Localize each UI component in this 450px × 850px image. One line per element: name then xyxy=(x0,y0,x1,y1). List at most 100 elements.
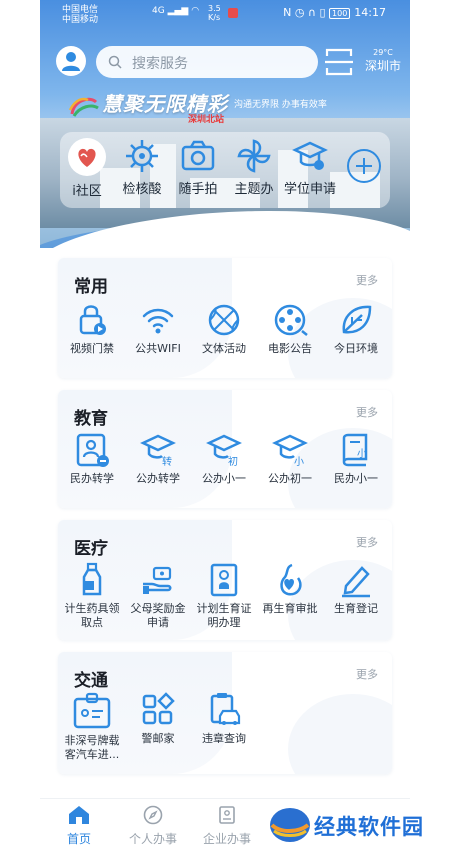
more-link[interactable]: 更多 xyxy=(356,404,378,420)
search-placeholder: 搜索服务 xyxy=(132,56,188,72)
user-icon xyxy=(62,52,80,71)
graduation-cap-icon xyxy=(292,141,328,170)
service-remarriage-birth-approval[interactable]: 再生育审批 xyxy=(258,562,322,616)
carrier-2: 中国移动 xyxy=(62,15,99,25)
service-label: 公办转学 xyxy=(136,472,180,485)
service-public-wifi[interactable]: 公共WIFI xyxy=(126,302,190,356)
service-private-primary[interactable]: 小 民办小一 xyxy=(324,432,388,486)
nav-label: 企业办事 xyxy=(202,832,251,846)
service-label: 计生药具领取点 xyxy=(64,602,120,629)
service-contraceptive-pickup[interactable]: 计生药具领取点 xyxy=(60,562,124,630)
service-label: 文体活动 xyxy=(202,342,246,355)
scan-icon[interactable] xyxy=(324,46,354,78)
banner-station: 深圳北站 xyxy=(188,115,225,125)
section-title: 常用 xyxy=(74,277,108,297)
more-link[interactable]: 更多 xyxy=(356,534,378,550)
quick-action-label: 检核酸 xyxy=(122,182,162,197)
quick-action-label: 主题办 xyxy=(234,182,274,197)
net-speed: 3.5 K/s xyxy=(208,4,221,22)
quick-action-label: i社区 xyxy=(72,184,102,199)
wifi-icon xyxy=(142,308,174,334)
id-badge-icon xyxy=(73,692,111,729)
quick-action-theme-service[interactable]: 主题办 xyxy=(226,138,282,197)
service-label: 违章查询 xyxy=(202,732,246,745)
leaf-icon xyxy=(342,305,372,334)
nav-personal-affairs[interactable]: 个人办事 xyxy=(118,805,188,847)
section-medical: 医疗 更多 计生药具领取点 父母奖励金申请 计划生育证明办理 再生育审批 生育登… xyxy=(58,520,392,640)
net-speed-value: 3.5 xyxy=(208,4,221,13)
service-public-primary[interactable]: 初 公办小一 xyxy=(192,432,256,486)
search-icon xyxy=(108,55,122,69)
service-label: 父母奖励金申请 xyxy=(130,602,186,629)
service-label: 民办小一 xyxy=(334,472,378,485)
bottle-icon xyxy=(82,562,102,596)
student-id-icon xyxy=(76,433,109,467)
service-label: 生育登记 xyxy=(334,602,378,615)
service-label: 非深号牌载客汽车进... xyxy=(64,734,120,761)
pinwheel-icon xyxy=(237,139,271,173)
service-today-environment[interactable]: 今日环境 xyxy=(324,302,388,356)
network-indicator: 4G ▂▄▆ ◠ xyxy=(152,6,199,16)
service-public-transfer[interactable]: 转 公办转学 xyxy=(126,432,190,486)
service-police-post-home[interactable]: 警邮家 xyxy=(126,692,190,746)
section-common: 常用 更多 视频门禁 公共WIFI 文体活动 电影公告 今日环境 xyxy=(58,258,392,378)
video-door-lock-icon xyxy=(79,305,106,335)
net-speed-unit: K/s xyxy=(208,13,221,22)
weather-widget[interactable]: 29°C 深圳市 xyxy=(362,48,404,74)
quick-action-nucleic-test[interactable]: 检核酸 xyxy=(114,138,170,197)
cap-transfer-icon: 转 xyxy=(140,434,176,468)
network-type: 4G xyxy=(152,6,165,16)
status-right: N ◷ ∩ ▯ 100 14:17 xyxy=(283,6,386,19)
quick-action-label: 学位申请 xyxy=(283,182,336,197)
book-primary-icon: 小 xyxy=(342,433,368,467)
basketball-icon xyxy=(208,304,240,336)
service-non-shenzhen-plate-entry[interactable]: 非深号牌载客汽车进... xyxy=(60,692,124,762)
carrier-1: 中国电信 xyxy=(62,5,99,15)
service-violation-query[interactable]: 违章查询 xyxy=(192,692,256,746)
service-birth-registration[interactable]: 生育登记 xyxy=(324,562,388,616)
service-video-door[interactable]: 视频门禁 xyxy=(60,302,124,356)
add-quick-action-button[interactable] xyxy=(347,149,381,183)
battery-icon: 100 xyxy=(329,8,351,19)
service-private-transfer[interactable]: 民办转学 xyxy=(60,432,124,486)
service-family-planning-cert[interactable]: 计划生育证明办理 xyxy=(192,562,256,630)
system-icons: N ◷ ∩ ▯ xyxy=(283,6,330,19)
quick-action-photo-report[interactable]: 随手拍 xyxy=(170,138,226,197)
section-education: 教育 更多 民办转学 转 公办转学 初 公办小一 小 公办初一 小 民办小一 xyxy=(58,390,392,508)
service-movie-notice[interactable]: 电影公告 xyxy=(258,302,322,356)
service-sports-culture[interactable]: 文体活动 xyxy=(192,302,256,356)
service-label: 公办小一 xyxy=(202,472,246,485)
service-label: 公共WIFI xyxy=(135,342,181,355)
pregnancy-heart-icon xyxy=(280,563,302,596)
watermark: 经典软件园 xyxy=(268,805,438,845)
user-avatar[interactable] xyxy=(56,46,86,76)
cap-junior-icon: 小 xyxy=(272,434,308,468)
nav-home[interactable]: 首页 xyxy=(44,805,114,847)
quick-action-icommunity[interactable]: i社区 xyxy=(59,138,115,199)
nav-label: 个人办事 xyxy=(128,832,177,846)
hand-money-icon xyxy=(143,566,172,594)
section-title: 教育 xyxy=(74,409,108,429)
service-public-junior[interactable]: 小 公办初一 xyxy=(258,432,322,486)
section-title: 交通 xyxy=(74,671,108,691)
service-label: 计划生育证明办理 xyxy=(196,602,252,629)
service-label: 再生育审批 xyxy=(262,602,318,615)
badge-text: 小 xyxy=(294,456,304,468)
signal-icon: ▂▄▆ ◠ xyxy=(167,6,200,16)
search-input[interactable]: 搜索服务 xyxy=(96,46,318,78)
badge-text: 小 xyxy=(357,448,367,460)
header-banner xyxy=(40,0,410,248)
watermark-logo-icon xyxy=(270,808,310,842)
weather-city: 深圳市 xyxy=(364,59,401,73)
service-label: 警邮家 xyxy=(141,732,175,745)
more-link[interactable]: 更多 xyxy=(356,666,378,682)
service-parent-reward[interactable]: 父母奖励金申请 xyxy=(126,562,190,630)
service-label: 公办初一 xyxy=(268,472,312,485)
film-reel-icon xyxy=(274,304,308,336)
camera-icon xyxy=(181,140,215,171)
more-link[interactable]: 更多 xyxy=(356,272,378,288)
quick-action-school-application[interactable]: 学位申请 xyxy=(282,138,338,197)
banner-tagline: 沟通无界限 办事有效率 xyxy=(234,100,327,110)
nav-business-affairs[interactable]: 企业办事 xyxy=(192,805,262,847)
compass-icon xyxy=(143,805,163,825)
